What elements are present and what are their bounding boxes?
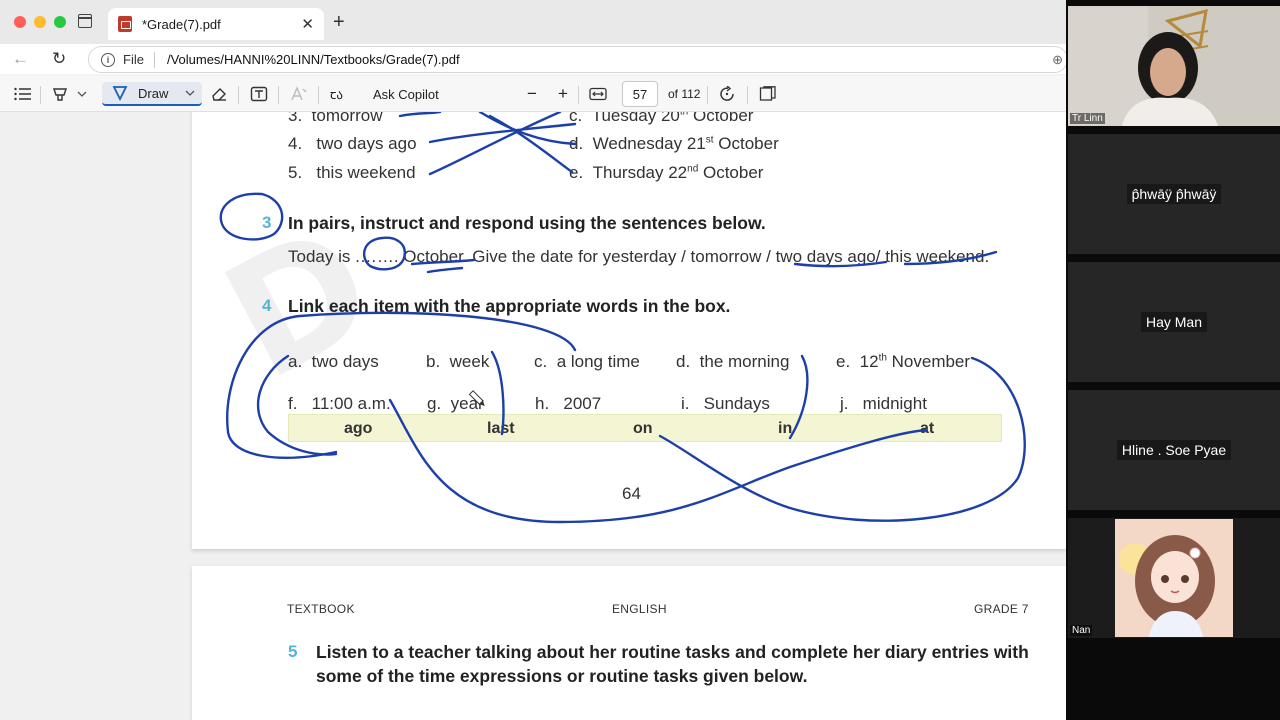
tab-actions-icon[interactable] bbox=[78, 14, 92, 28]
page-total: of 112 bbox=[668, 87, 701, 101]
text-box-icon[interactable] bbox=[250, 82, 268, 106]
box-word: at bbox=[920, 420, 935, 437]
list-item: h. 2007 bbox=[535, 394, 602, 413]
list-item: c. Tuesday 20th October bbox=[569, 112, 754, 125]
participant-name: p̂hwāÿ p̂hwāÿ bbox=[1126, 184, 1222, 204]
toolbar-divider bbox=[747, 86, 748, 104]
header-right: GRADE 7 bbox=[974, 602, 1029, 616]
list-item: 4. two days ago bbox=[288, 134, 417, 153]
box-word: on bbox=[633, 420, 653, 437]
participant-tile[interactable]: Hline . Soe Pyae bbox=[1068, 390, 1280, 510]
address-bar: ← ↻ i File /Volumes/HANNI%20LINN/Textboo… bbox=[0, 44, 1066, 74]
page-number: 64 bbox=[622, 484, 641, 503]
list-item: a. two days bbox=[288, 352, 379, 371]
draw-label: Draw bbox=[138, 85, 169, 101]
zoom-icon[interactable]: ⊕ bbox=[1052, 52, 1063, 68]
list-item: e. Thursday 22nd October bbox=[569, 163, 764, 182]
url-text: /Volumes/HANNI%20LINN/Textbooks/Grade(7)… bbox=[166, 52, 460, 67]
list-item: b. week bbox=[426, 352, 490, 371]
close-window-button[interactable] bbox=[14, 16, 26, 28]
box-word: ago bbox=[344, 420, 373, 437]
info-icon[interactable]: i bbox=[101, 52, 115, 67]
tab-title: *Grade(7).pdf bbox=[142, 16, 221, 32]
url-field[interactable]: i File /Volumes/HANNI%20LINN/Textbooks/G… bbox=[88, 46, 1066, 73]
box-word: in bbox=[778, 420, 793, 437]
toolbar-divider bbox=[278, 86, 279, 104]
list-item: d. the morning bbox=[676, 352, 790, 371]
participant-tile[interactable]: Nan bbox=[1068, 518, 1280, 638]
exercise-5-line-2: some of the time expressions or routine … bbox=[316, 666, 808, 686]
maximize-window-button[interactable] bbox=[54, 16, 66, 28]
url-scheme: File bbox=[123, 52, 144, 67]
browser-window: *Grade(7).pdf ✕ + ← ↻ i File /Volumes/HA… bbox=[0, 0, 1066, 720]
list-item: e. 12th November bbox=[836, 352, 971, 371]
box-word: last bbox=[487, 420, 515, 437]
exercise-5-number: 5 bbox=[288, 642, 298, 661]
list-item: 3. tomorrow bbox=[288, 112, 383, 125]
video-call-panel: Tr Linn p̂hwāÿ p̂hwāÿ Hay Man Hline . So… bbox=[1066, 0, 1280, 720]
url-divider bbox=[153, 51, 155, 68]
translate-icon[interactable]: ꞇა bbox=[330, 82, 343, 106]
list-item: j. midnight bbox=[840, 394, 927, 413]
participant-tile[interactable]: p̂hwāÿ p̂hwāÿ bbox=[1068, 134, 1280, 254]
toolbar-divider bbox=[238, 86, 239, 104]
video-feed bbox=[1068, 6, 1280, 126]
participant-tile[interactable]: Hay Man bbox=[1068, 262, 1280, 382]
participant-tile-host[interactable]: Tr Linn bbox=[1068, 6, 1280, 126]
rotate-icon[interactable] bbox=[719, 82, 737, 106]
zoom-out-button[interactable]: − bbox=[527, 82, 537, 106]
page-number-input[interactable]: 57 bbox=[622, 81, 658, 107]
ask-copilot-button[interactable]: Ask Copilot bbox=[373, 82, 439, 106]
eraser-icon[interactable] bbox=[210, 82, 228, 106]
exercise-3-title: In pairs, instruct and respond using the… bbox=[288, 213, 766, 233]
page-view-icon[interactable] bbox=[759, 82, 777, 106]
document-viewer[interactable]: D 3. tomorrow 4. two days ago 5. this we… bbox=[0, 112, 1066, 720]
list-item: d. Wednesday 21st October bbox=[569, 134, 779, 153]
toolbar-divider bbox=[707, 86, 708, 104]
avatar bbox=[1115, 519, 1233, 637]
reload-icon[interactable]: ↻ bbox=[52, 49, 66, 69]
zoom-in-button[interactable]: + bbox=[558, 82, 568, 106]
highlight-icon[interactable] bbox=[52, 82, 88, 106]
exercise-4-title: Link each item with the appropriate word… bbox=[288, 296, 731, 316]
pdf-page-64: D 3. tomorrow 4. two days ago 5. this we… bbox=[192, 112, 1066, 549]
list-item: 5. this weekend bbox=[288, 163, 416, 182]
participant-name: Hay Man bbox=[1140, 312, 1208, 332]
exercise-5-line-1: Listen to a teacher talking about her ro… bbox=[316, 642, 1029, 662]
tab-pdf[interactable]: *Grade(7).pdf ✕ bbox=[108, 8, 324, 40]
read-aloud-icon[interactable] bbox=[290, 82, 308, 106]
tab-bar: *Grade(7).pdf ✕ + bbox=[0, 0, 1066, 44]
toolbar-divider bbox=[40, 86, 41, 104]
toolbar-divider bbox=[318, 86, 319, 104]
participant-name: Hline . Soe Pyae bbox=[1116, 440, 1232, 460]
minimize-window-button[interactable] bbox=[34, 16, 46, 28]
new-tab-button[interactable]: + bbox=[333, 11, 345, 34]
header-center: ENGLISH bbox=[612, 602, 667, 616]
draw-button[interactable]: Draw bbox=[102, 82, 202, 106]
pdf-page-65: TEXTBOOK ENGLISH GRADE 7 5 Listen to a t… bbox=[192, 566, 1066, 720]
close-tab-icon[interactable]: ✕ bbox=[301, 15, 314, 33]
pdf-toolbar: Draw ꞇა Ask Copilot − + 57 of 112 bbox=[0, 76, 1066, 112]
header-left: TEXTBOOK bbox=[287, 602, 355, 616]
screen: *Grade(7).pdf ✕ + ← ↻ i File /Volumes/HA… bbox=[0, 0, 1280, 720]
pdf-icon bbox=[118, 16, 132, 32]
toolbar-divider bbox=[578, 86, 579, 104]
participant-name: Nan bbox=[1070, 625, 1093, 636]
fit-width-icon[interactable] bbox=[589, 82, 607, 106]
exercise-3-sentence: Today is .……. October. Give the date for… bbox=[288, 247, 990, 266]
participant-name: Tr Linn bbox=[1070, 113, 1105, 124]
back-icon[interactable]: ← bbox=[12, 49, 29, 69]
list-item: i. Sundays bbox=[681, 394, 770, 413]
contents-icon[interactable] bbox=[14, 82, 32, 106]
list-item: g. year bbox=[427, 394, 484, 413]
list-item: f. 11:00 a.m. bbox=[288, 394, 391, 413]
exercise-4-number: 4 bbox=[262, 296, 272, 315]
exercise-3-number: 3 bbox=[262, 213, 272, 232]
list-item: c. a long time bbox=[534, 352, 640, 371]
